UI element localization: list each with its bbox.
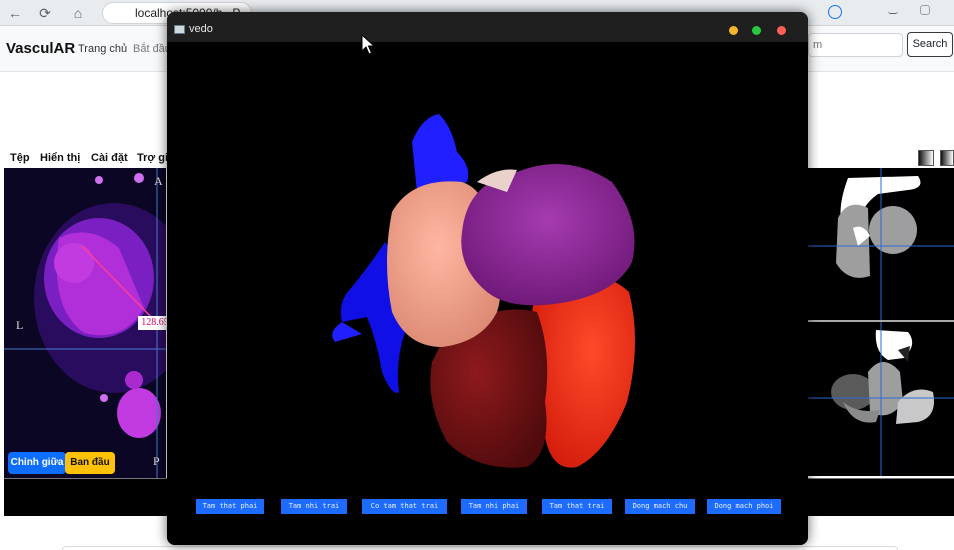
vedo-window[interactable]: vedo Tam that phai Tam nhi trai Co tam t…: [167, 12, 808, 545]
back-arrow-icon[interactable]: ←: [6, 4, 24, 22]
segmentation-slice-bottom: [808, 322, 954, 476]
search-input[interactable]: m: [808, 33, 903, 57]
orientation-label-p: P: [153, 454, 160, 468]
close-window-button[interactable]: [777, 26, 786, 35]
orientation-label-l: L: [16, 318, 24, 332]
label-left-ventricle[interactable]: Tam that trai: [542, 499, 612, 514]
minimize-icon[interactable]: [888, 5, 898, 14]
label-pulmonary-artery[interactable]: Dong mach phoi: [707, 499, 781, 514]
minimize-window-button[interactable]: [729, 26, 738, 35]
menu-settings[interactable]: Cài đặt: [91, 152, 128, 164]
label-right-ventricle[interactable]: Tam that phai: [196, 499, 264, 514]
axial-view-panel[interactable]: A L P 128.65: [4, 168, 166, 478]
label-aorta[interactable]: Dong mach chu: [625, 499, 695, 514]
restore-icon[interactable]: [920, 5, 930, 15]
reset-view-button[interactable]: Ban đầu: [65, 452, 115, 474]
refresh-icon[interactable]: ⟳: [36, 4, 54, 22]
menu-view[interactable]: Hiển thị: [40, 152, 80, 164]
brand-logo[interactable]: VasculAR: [6, 40, 75, 57]
heart-3d-model[interactable]: [167, 42, 808, 545]
nav-link-home[interactable]: Trang chủ: [78, 43, 127, 55]
nav-link-start[interactable]: Bắt đầu: [133, 43, 171, 55]
3d-render-viewport[interactable]: [167, 42, 808, 545]
segmentation-slice-top: [808, 168, 954, 320]
coronal-view-panel[interactable]: [808, 168, 954, 320]
sagittal-view-panel[interactable]: [808, 322, 954, 476]
screen: ← ⟳ ⌂ i localhost:5000/h...P VasculAR Tr…: [0, 0, 954, 550]
center-view-button[interactable]: Chỉnh giữa: [8, 452, 66, 474]
layout-icon[interactable]: [940, 150, 954, 166]
menu-file[interactable]: Tệp: [10, 152, 30, 164]
label-right-atrium[interactable]: Tam nhi phai: [461, 499, 527, 514]
search-button[interactable]: Search: [907, 32, 953, 57]
vedo-app-icon: [174, 25, 185, 34]
orientation-label-a: A: [154, 174, 163, 188]
footer-card: [62, 546, 898, 550]
vedo-titlebar[interactable]: vedo: [167, 12, 808, 42]
vedo-window-title: vedo: [189, 23, 213, 35]
label-left-atrium[interactable]: Tam nhi trai: [281, 499, 347, 514]
copilot-icon[interactable]: [828, 5, 842, 19]
home-icon[interactable]: ⌂: [69, 4, 87, 22]
measurement-label: 128.65: [138, 316, 166, 330]
maximize-window-button[interactable]: [752, 26, 761, 35]
window-level-icon[interactable]: [918, 150, 934, 166]
label-lv-myocardium[interactable]: Co tam that trai: [362, 499, 447, 514]
mouse-cursor-icon: [361, 34, 376, 55]
